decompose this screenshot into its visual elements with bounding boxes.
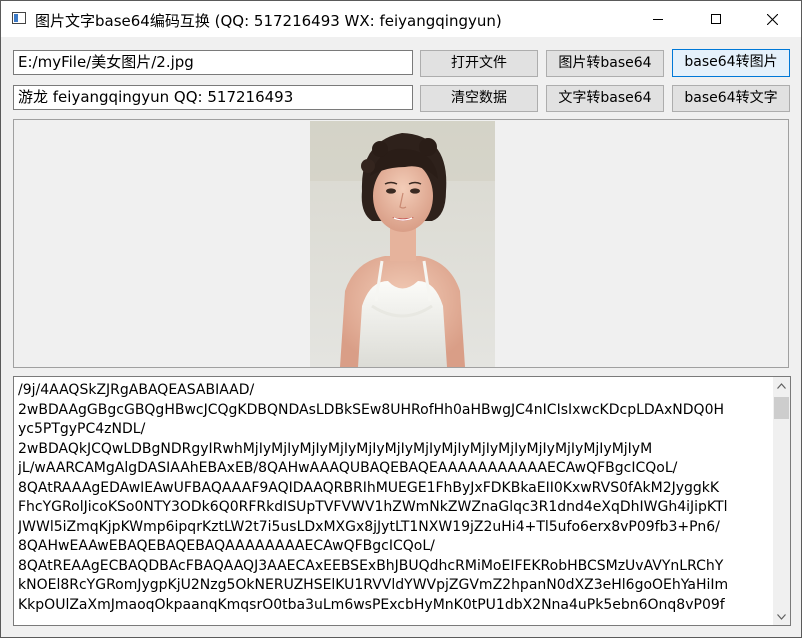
file-path-input[interactable]: E:/myFile/美女图片/2.jpg [13, 50, 413, 75]
clear-data-button[interactable]: 清空数据 [420, 85, 538, 112]
base64-text-line: 8QAHwEAAwEBAQEBAQEBAQAAAAAAAAECAwQFBgcIC… [18, 538, 435, 554]
main-window: 图片文字base64编码互换 (QQ: 517216493 WX: feiyan… [0, 0, 802, 638]
base64-to-text-button[interactable]: base64转文字 [672, 85, 790, 112]
minimize-button[interactable] [629, 1, 687, 37]
chevron-up-icon [777, 382, 786, 389]
base64-text-line: KkpOUlZaXmJmaoqOkpaanqKmqsrO0tba3uLm6wsP… [18, 596, 725, 613]
base64-text-line: yc5PTgyPC4zNDL/ [18, 421, 146, 437]
scroll-up-button[interactable] [773, 377, 790, 394]
base64-to-image-button[interactable]: base64转图片 [672, 49, 790, 77]
base64-text-line: /9j/4AAQSkZJRgABAQEASABIAAD/ [18, 382, 255, 398]
image-to-base64-button[interactable]: 图片转base64 [546, 50, 664, 77]
title-bar[interactable]: 图片文字base64编码互换 (QQ: 517216493 WX: feiyan… [1, 1, 801, 37]
minimize-icon [653, 19, 663, 20]
text-input[interactable]: 游龙 feiyangqingyun QQ: 517216493 [13, 85, 413, 110]
base64-output-text: /9j/4AAQSkZJRgABAQEASABIAAD/2wBDAAgGBgcG… [18, 381, 768, 615]
close-icon [766, 13, 778, 25]
base64-text-line: kNOEl8RcYGRomJygpKjU2Nzg5OkNERUZHSElKU1R… [18, 577, 729, 593]
open-file-button[interactable]: 打开文件 [420, 50, 538, 77]
text-to-base64-button[interactable]: 文字转base64 [546, 85, 664, 112]
preview-photo [310, 121, 495, 367]
scroll-thumb[interactable] [774, 397, 789, 419]
chevron-down-icon [777, 613, 786, 620]
app-window-icon [12, 12, 26, 24]
scroll-down-button[interactable] [773, 608, 790, 625]
base64-text-line: 8QAtRAAAgEDAwIEAwUFBAQAAAF9AQIDAAQRBRIhM… [18, 479, 720, 496]
base64-output-textarea[interactable]: /9j/4AAQSkZJRgABAQEASABIAAD/2wBDAAgGBgcG… [13, 376, 791, 626]
maximize-button[interactable] [687, 1, 745, 37]
close-button[interactable] [743, 1, 801, 37]
base64-text-line: jL/wAARCAMgAlgDASIAAhEBAxEB/8QAHwAAAQUBA… [18, 460, 678, 476]
base64-text-line: 2wBDAAgGBgcGBQgHBwcJCQgKDBQNDAsLDBkSEw8U… [18, 401, 725, 418]
image-preview-panel [13, 119, 789, 368]
vertical-scrollbar[interactable] [773, 377, 790, 625]
base64-text-line: 2wBDAQkJCQwLDBgNDRgyIRwhMjIyMjIyMjIyMjIy… [18, 440, 653, 457]
maximize-icon [711, 14, 721, 24]
window-title: 图片文字base64编码互换 (QQ: 517216493 WX: feiyan… [35, 12, 502, 30]
base64-text-line: 8QAtREAAgECBAQDBAcFBAQAAQJ3AAECAxEEBSExB… [18, 557, 724, 574]
base64-text-line: FhcYGRolJicoKSo0NTY3ODk6Q0RFRkdISUpTVFVW… [18, 499, 728, 515]
base64-text-line: JWWl5iZmqKjpKWmp6ipqrKztLW2t7i5usLDxMXGx… [18, 518, 720, 535]
